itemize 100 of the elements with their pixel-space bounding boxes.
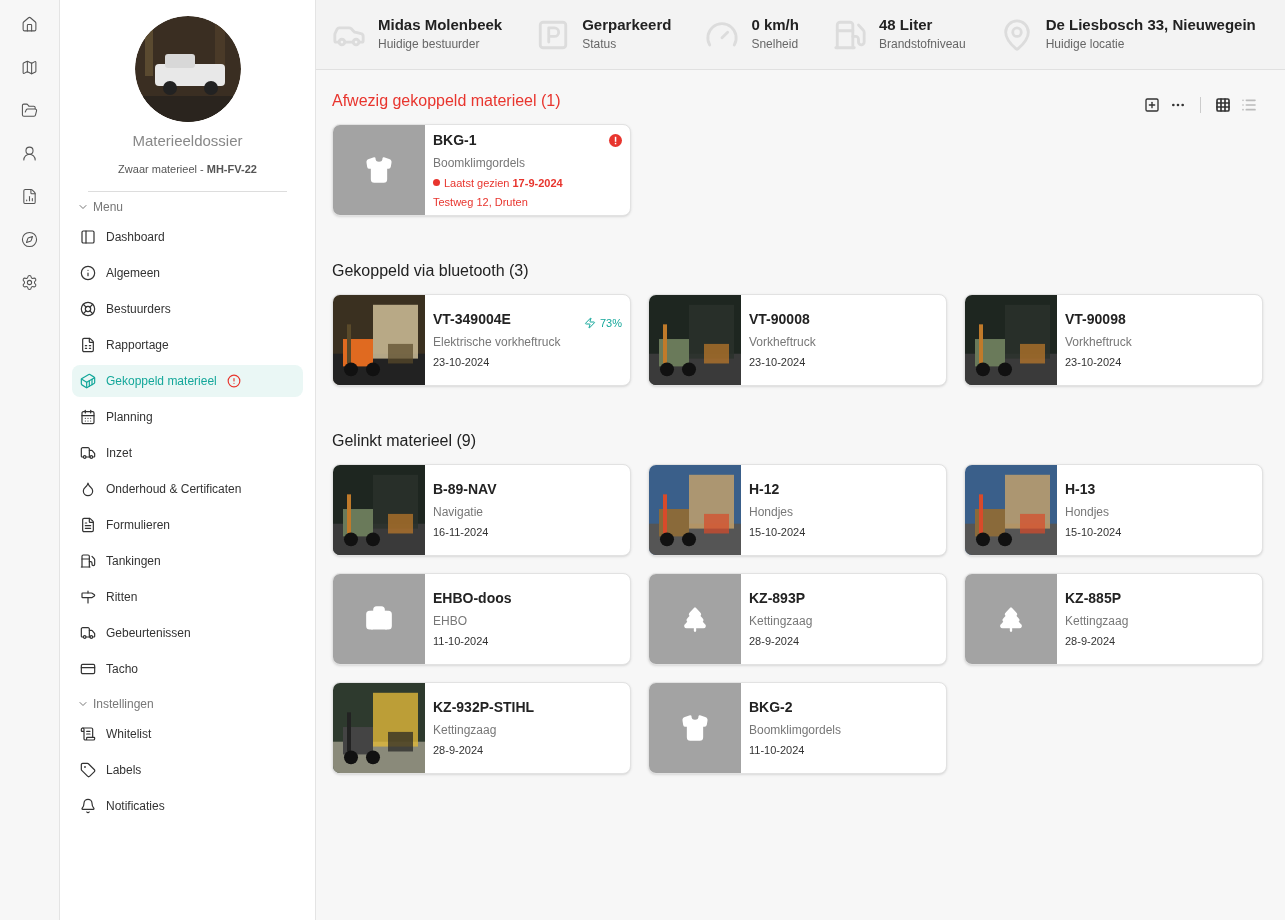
menu-item-label: Rapportage <box>106 337 169 354</box>
equipment-date: 23-10-2024 <box>1065 355 1123 371</box>
equipment-type: Vorkheftruck <box>1065 334 1132 352</box>
menu-item[interactable]: Labels <box>72 754 303 786</box>
equipment-name: VT-90098 <box>1065 310 1127 330</box>
menu-item[interactable]: Ritten <box>72 581 303 613</box>
menu-section-header[interactable]: Menu <box>72 193 303 221</box>
status-label: Huidige bestuurder <box>378 35 481 53</box>
compass-icon[interactable] <box>21 231 38 248</box>
report-icon[interactable] <box>21 188 38 205</box>
menu-item[interactable]: Dashboard <box>72 221 303 253</box>
info-icon <box>80 265 96 281</box>
equipment-date: 28-9-2024 <box>749 634 801 650</box>
status-label: Snelheid <box>751 35 799 53</box>
status-value: 0 km/h <box>751 16 799 35</box>
map-icon[interactable] <box>21 59 38 76</box>
equipment-date: 11-10-2024 <box>749 743 806 759</box>
equipment-type: Elektrische vorkheftruck <box>433 334 561 352</box>
menu-item-label: Tacho <box>106 661 139 678</box>
menu-item-label: Dashboard <box>106 229 165 246</box>
equipment-type: Boomklimgordels <box>433 154 527 172</box>
equipment-type: EHBO <box>433 613 468 631</box>
equipment-type: Navigatie <box>433 504 485 522</box>
equipment-type: Boomklimgordels <box>749 722 842 740</box>
tree-icon <box>997 605 1025 633</box>
equipment-card[interactable]: VT-90008 Vorkheftruck 23-10-2024 <box>648 294 947 386</box>
menu-item-label: Tankingen <box>106 553 161 570</box>
menu-item[interactable]: Tankingen <box>72 545 303 577</box>
status-label: Huidige locatie <box>1045 35 1126 53</box>
menu-item[interactable]: Gebeurtenissen <box>72 617 303 649</box>
equipment-card[interactable]: H-13 Hondjes 15-10-2024 <box>964 464 1263 556</box>
menu-item[interactable]: Notificaties <box>72 790 303 822</box>
menu-item[interactable]: Whitelist <box>72 718 303 750</box>
folder-icon[interactable] <box>21 102 38 119</box>
equipment-card[interactable]: KZ-885P Kettingzaag 28-9-2024 <box>964 573 1263 665</box>
home-icon[interactable] <box>21 16 38 33</box>
equipment-card[interactable]: BKG-2 Boomklimgordels 11-10-2024 <box>648 682 947 774</box>
menu-item[interactable]: Onderhoud & Certificaten <box>72 473 303 505</box>
equipment-card[interactable]: VT-349004E Elektrische vorkheftruck 23-10-2024 73% <box>332 294 631 386</box>
equipment-card[interactable]: KZ-893P Kettingzaag 28-9-2024 <box>648 573 947 665</box>
menu-item[interactable]: Bestuurders <box>72 293 303 325</box>
menu-item-label: Algemeen <box>106 265 161 282</box>
menu-item-label: Onderhoud & Certificaten <box>106 481 242 498</box>
battery-level: 73% <box>599 316 622 331</box>
equipment-card[interactable]: H-12 Hondjes 15-10-2024 <box>648 464 947 556</box>
equipment-date: 23-10-2024 <box>749 355 807 371</box>
menu-item-label: Planning <box>106 409 153 426</box>
truck-icon <box>80 445 96 461</box>
menu-item[interactable]: Formulieren <box>72 509 303 541</box>
profile-title: Materieeldossier <box>132 131 243 151</box>
menu-section-title: Instellingen <box>93 696 154 713</box>
equipment-name: EHBO-doos <box>433 589 512 609</box>
shirt-icon <box>681 714 709 742</box>
equipment-name: BKG-2 <box>749 698 794 718</box>
user-icon[interactable] <box>21 145 38 162</box>
add-icon[interactable] <box>1144 97 1160 113</box>
scroll-icon <box>80 726 96 742</box>
equipment-card[interactable]: KZ-932P-STIHL Kettingzaag 28-9-2024 <box>332 682 631 774</box>
menu-item-label: Labels <box>106 762 142 779</box>
section-title: Gelinkt materieel (9) <box>332 431 477 451</box>
equipment-card[interactable]: VT-90098 Vorkheftruck 23-10-2024 <box>964 294 1263 386</box>
equipment-date: 15-10-2024 <box>1065 525 1122 541</box>
equipment-date: 16-11-2024 <box>433 525 490 541</box>
document-icon <box>80 517 96 533</box>
menu-item[interactable]: Inzet <box>72 437 303 469</box>
card-icon <box>80 661 96 677</box>
equipment-name: H-12 <box>749 480 781 500</box>
menu-item[interactable]: Algemeen <box>72 257 303 289</box>
menu-item[interactable]: Planning <box>72 401 303 433</box>
menu-item-label: Whitelist <box>106 726 152 743</box>
equipment-name: VT-90008 <box>749 310 811 330</box>
calendar-icon <box>80 409 96 425</box>
menu-item-label: Bestuurders <box>106 301 171 318</box>
tag-icon <box>80 762 96 778</box>
grid-view-icon[interactable] <box>1215 97 1231 113</box>
equipment-card[interactable]: B-89-NAV Navigatie 16-11-2024 <box>332 464 631 556</box>
equipment-card[interactable]: BKG-1 Boomklimgordels Laatst gezien 17-9-2024 Testweg 12, Druten <box>332 124 631 216</box>
equipment-date: 11-10-2024 <box>433 634 490 650</box>
menu-item-label: Gekoppeld materieel <box>106 373 217 390</box>
lightning-icon <box>583 317 596 330</box>
section-title: Afwezig gekoppeld materieel (1) <box>332 91 561 111</box>
equipment-card[interactable]: EHBO-doos EHBO 11-10-2024 <box>332 573 631 665</box>
equipment-name: KZ-885P <box>1065 589 1123 609</box>
menu-item-label: Ritten <box>106 589 138 606</box>
equipment-date: 28-9-2024 <box>1065 634 1117 650</box>
equipment-date: 23-10-2024 <box>433 355 491 371</box>
menu-item-label: Notificaties <box>106 798 165 815</box>
status-value: De Liesbosch 33, Nieuwegein <box>1045 16 1256 35</box>
bell-icon <box>80 798 96 814</box>
menu-item[interactable]: Tacho <box>72 653 303 685</box>
equipment-type: Hondjes <box>1065 504 1111 522</box>
section-title: Gekoppeld via bluetooth (3) <box>332 261 529 281</box>
menu-section-header[interactable]: Instellingen <box>72 690 303 718</box>
status-value: 48 Liter <box>878 16 934 35</box>
settings-icon[interactable] <box>21 274 38 291</box>
equipment-name: H-13 <box>1065 480 1097 500</box>
status-label: Brandstofniveau <box>878 35 966 53</box>
menu-item[interactable]: Rapportage <box>72 329 303 361</box>
menu-item-label: Inzet <box>106 445 132 462</box>
status-value: Midas Molenbeek <box>378 16 503 35</box>
